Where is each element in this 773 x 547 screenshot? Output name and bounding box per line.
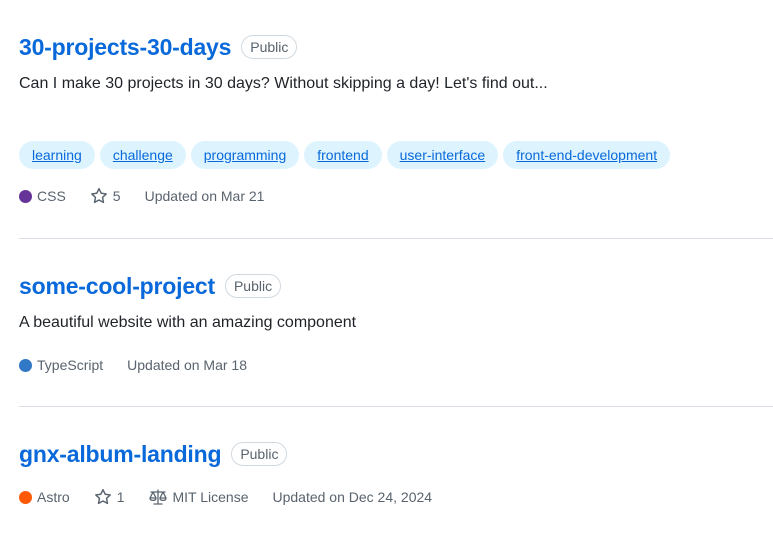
repository-title-row: 30-projects-30-days Public [19,30,298,64]
repository-name-link[interactable]: some-cool-project [19,273,215,300]
license-name: MIT License [172,489,249,505]
language-color-dot [19,490,32,504]
repository-meta: CSS 5 Updated on Mar 21 [19,186,288,206]
topic-tag[interactable]: front-end-development [503,141,671,169]
language-info: CSS [19,186,66,206]
repository-list: 30-projects-30-days Public Can I make 30… [0,0,773,547]
language-name: CSS [37,188,66,204]
topic-tag[interactable]: challenge [99,141,186,169]
repository-title-row: gnx-album-landing Public [19,437,288,471]
visibility-badge: Public [224,274,282,298]
topic-tag[interactable]: programming [190,141,300,169]
stars-count: 1 [116,489,125,505]
repository-meta: Astro 1 MIT License Updated on Dec 24, 2… [19,487,456,507]
scale-icon [148,488,168,506]
repository-description: A beautiful website with an amazing comp… [19,314,357,331]
star-icon [90,187,108,205]
topic-tag[interactable]: user-interface [386,141,499,169]
topic-tag[interactable]: frontend [304,141,382,169]
repository-meta: TypeScript Updated on Mar 18 [19,355,271,375]
visibility-badge: Public [241,35,298,59]
stars-link[interactable]: 1 [94,487,125,507]
language-name: TypeScript [37,357,104,373]
updated-date: Updated on Dec 24, 2024 [272,489,433,505]
license-info: MIT License [148,487,248,507]
language-name: Astro [37,489,70,505]
repository-name-link[interactable]: 30-projects-30-days [19,34,231,61]
stars-count: 5 [112,188,121,204]
repository-title-row: some-cool-project Public [19,269,282,303]
language-color-dot [19,358,32,372]
stars-link[interactable]: 5 [90,186,121,206]
updated-date: Updated on Mar 18 [127,357,247,373]
visibility-badge: Public [231,442,288,466]
language-color-dot [19,189,32,203]
topic-tag[interactable]: learning [19,141,95,169]
repository-item: some-cool-project Public A beautiful web… [19,239,773,407]
repository-item: gnx-album-landing Public Astro 1 MIT Lic… [19,407,773,547]
repository-name-link[interactable]: gnx-album-landing [19,441,222,468]
topic-list: learning challenge programming frontend … [19,141,671,169]
language-info: TypeScript [19,355,103,375]
star-icon [94,488,112,506]
updated-date: Updated on Mar 21 [144,188,265,204]
repository-item: 30-projects-30-days Public Can I make 30… [19,0,773,239]
repository-description: Can I make 30 projects in 30 days? Witho… [19,75,548,92]
language-info: Astro [19,487,70,507]
